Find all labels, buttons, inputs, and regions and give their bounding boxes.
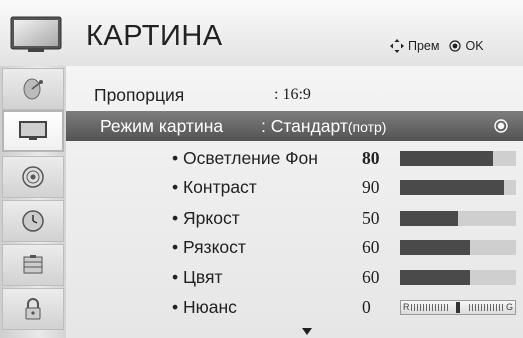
contrast-level-bar[interactable] [400,180,516,195]
color-label: • Цвят [172,267,223,287]
tv-screen-icon [10,16,62,54]
tv-screen-icon [19,121,47,140]
backlight-label: • Осветление Фон [172,148,318,168]
tint-green-label: G [505,302,513,312]
sharpness-level-bar[interactable] [400,240,516,255]
setting-row-backlight[interactable]: • Осветление Фон 80 [66,143,523,173]
brightness-label: • Яркост [172,208,240,228]
aspect-ratio-value: : 16:9 [274,86,311,103]
menu-header: КАРТИНА Прем OK [0,0,523,66]
sidebar-item-options[interactable] [2,244,64,286]
contrast-label: • Контраст [172,177,257,197]
setting-row-contrast[interactable]: • Контраст 90 [66,172,523,202]
picture-menu-screen: КАРТИНА Прем OK Пропорция: 16:9 Режим к… [0,0,523,338]
navigation-hint: Прем OK [390,38,484,54]
picture-mode-suffix: (потр) [347,119,387,135]
scroll-down-arrow-icon[interactable] [302,328,312,335]
four-way-arrow-icon [390,39,404,53]
satellite-dish-icon [23,78,43,100]
color-bar-fill [400,270,470,285]
settings-panel: Пропорция : 16:9 Режим картина : Стандар… [66,66,523,338]
backlight-bar-fill [400,151,493,166]
aspect-ratio-row[interactable]: Пропорция : 16:9 [66,80,523,110]
clock-icon [22,210,44,232]
picture-mode-value: : Стандарт(потр) [261,116,387,136]
speaker-icon [22,166,44,188]
color-value: 60 [362,267,380,287]
tint-red-label: R [403,302,410,312]
tint-value: 0 [362,297,371,317]
options-icon [23,255,43,274]
sharpness-label: • Рязкост [172,237,246,257]
sidebar-item-time[interactable] [2,200,64,242]
color-level-bar[interactable] [400,270,516,285]
contrast-bar-fill [400,180,505,195]
tint-slider[interactable]: R G [400,300,516,315]
tint-slider-handle[interactable] [456,302,460,313]
sharpness-bar-fill [400,240,470,255]
sidebar-item-audio[interactable] [2,156,64,198]
setting-row-brightness[interactable]: • Яркост 50 [66,203,523,233]
ok-button-icon [449,40,462,52]
picture-mode-label: Режим картина [100,116,224,136]
sidebar-item-channel[interactable] [2,68,64,110]
sharpness-value: 60 [362,237,380,257]
backlight-value: 80 [362,148,380,168]
category-sidebar [0,66,66,338]
brightness-level-bar[interactable] [400,211,516,226]
backlight-level-bar[interactable] [400,151,516,166]
picture-mode-row[interactable]: Режим картина : Стандарт(потр) [66,111,523,141]
lock-icon [25,298,41,320]
aspect-ratio-label: Пропорция [94,85,185,105]
tint-scale-left [411,304,449,311]
sidebar-item-picture[interactable] [2,110,64,152]
page-title: КАРТИНА [86,20,223,52]
tint-scale-right [469,304,505,311]
hint-move-label: Прем [408,39,440,53]
brightness-bar-fill [400,211,458,226]
contrast-value: 90 [362,177,380,197]
brightness-value: 50 [362,208,380,228]
selected-radio-icon [494,119,508,133]
sidebar-item-lock[interactable] [2,288,64,330]
hint-ok-label: OK [465,39,484,53]
setting-row-sharpness[interactable]: • Рязкост 60 [66,232,523,262]
tint-label: • Нюанс [172,297,237,317]
setting-row-tint[interactable]: • Нюанс 0 R G [66,292,523,322]
setting-row-color[interactable]: • Цвят 60 [66,262,523,292]
